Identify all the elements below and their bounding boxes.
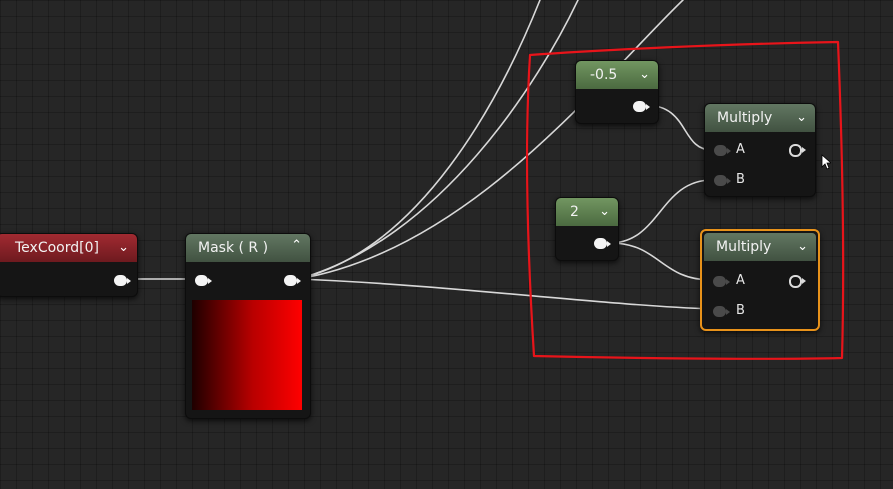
node-multiply-bottom-pin-a-label: A [736, 273, 745, 288]
node-constant-neg-half-output-pin[interactable] [633, 101, 650, 112]
node-multiply-top-pin-a[interactable] [714, 145, 731, 156]
node-multiply-top-title: Multiply [717, 110, 773, 126]
node-texcoord[interactable]: TexCoord[0] ⌄ [0, 233, 138, 297]
node-texcoord-title: TexCoord[0] [15, 240, 99, 256]
node-constant-neg-half-value: -0.5 [590, 67, 618, 83]
node-multiply-top-output-pin[interactable] [789, 144, 806, 157]
node-multiply-bottom[interactable]: Multiply ⌄ A B [700, 229, 820, 331]
node-mask-output-pin[interactable] [284, 275, 301, 286]
node-constant-two[interactable]: 2 ⌄ [555, 197, 619, 261]
node-mask-header[interactable]: Mask ( R ) ⌃ [186, 234, 310, 262]
node-texcoord-header[interactable]: TexCoord[0] ⌄ [0, 234, 137, 262]
mouse-pointer-icon [821, 154, 831, 170]
node-multiply-top-pin-a-label: A [736, 142, 745, 157]
node-multiply-bottom-pin-b-label: B [736, 303, 745, 318]
node-multiply-bottom-output-pin[interactable] [789, 275, 806, 288]
node-mask-input-pin[interactable] [195, 275, 212, 286]
wire-const-two-to-multiply-bottom-a [609, 242, 713, 281]
mask-preview-image [192, 300, 302, 410]
node-constant-two-header[interactable]: 2 ⌄ [556, 198, 618, 226]
node-constant-two-value: 2 [570, 204, 579, 220]
node-texcoord-output-pin[interactable] [114, 275, 131, 286]
node-constant-neg-half-header[interactable]: -0.5 ⌄ [576, 61, 658, 89]
node-constant-two-output-pin[interactable] [594, 238, 611, 249]
node-multiply-bottom-pin-a[interactable] [713, 276, 730, 287]
chevron-down-icon[interactable]: ⌄ [797, 233, 808, 261]
node-multiply-bottom-title: Multiply [716, 239, 772, 255]
chevron-down-icon[interactable]: ⌄ [118, 234, 129, 262]
node-mask-title: Mask ( R ) [198, 240, 269, 256]
node-multiply-bottom-pin-b[interactable] [713, 306, 730, 317]
chevron-down-icon[interactable]: ⌄ [639, 61, 650, 89]
chevron-up-icon[interactable]: ⌃ [291, 232, 302, 260]
node-multiply-bottom-header[interactable]: Multiply ⌄ [704, 233, 816, 261]
node-multiply-top-pin-b[interactable] [714, 175, 731, 186]
chevron-down-icon[interactable]: ⌄ [599, 198, 610, 226]
node-mask[interactable]: Mask ( R ) ⌃ [185, 233, 311, 419]
node-multiply-top-pin-b-label: B [736, 172, 745, 187]
wire-mask-to-offscreen-2 [297, 0, 579, 280]
wire-mask-to-offscreen-1 [297, 0, 541, 280]
wire-const-two-to-multiply-top-b [609, 179, 713, 244]
chevron-down-icon[interactable]: ⌄ [796, 104, 807, 132]
node-multiply-top-header[interactable]: Multiply ⌄ [705, 104, 815, 132]
wire-mask-to-multiply-bottom-b [297, 278, 713, 310]
node-constant-neg-half[interactable]: -0.5 ⌄ [575, 60, 659, 124]
node-multiply-top[interactable]: Multiply ⌄ A B [704, 103, 816, 197]
